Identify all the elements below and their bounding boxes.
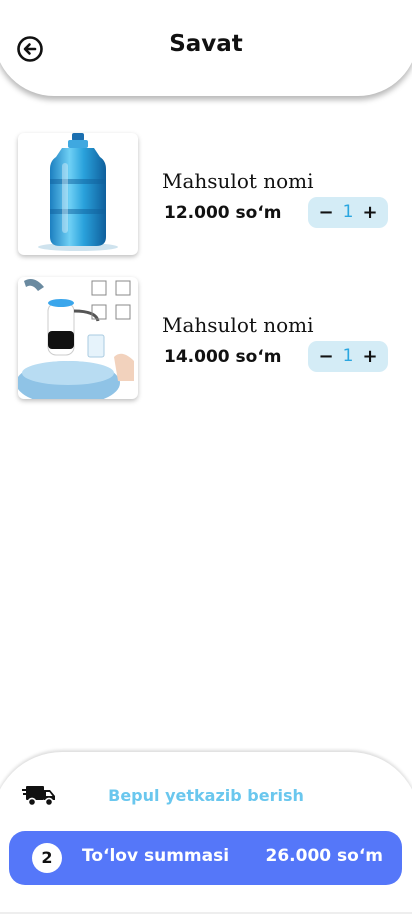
item-count-badge: 2 — [32, 843, 62, 873]
decrease-button[interactable]: − — [318, 197, 334, 228]
cart-item: Mahsulot nomi 14.000 so‘m − 1 + — [18, 277, 394, 401]
header: Savat — [0, 0, 412, 96]
water-bottle-image — [18, 133, 138, 255]
free-delivery-label: Bepul yetkazib berish — [108, 786, 304, 805]
product-name: Mahsulot nomi — [162, 313, 314, 337]
water-pump-image — [18, 277, 138, 399]
checkout-button[interactable]: 2 To‘lov summasi 26.000 so‘m — [9, 831, 402, 885]
product-price: 12.000 so‘m — [164, 203, 282, 223]
cart-screen: Savat Mahsulot nomi 12.000 so‘m − 1 + Ma… — [0, 0, 412, 917]
quantity-value: 1 — [342, 202, 354, 222]
increase-button[interactable]: + — [362, 197, 378, 228]
increase-button[interactable]: + — [362, 341, 378, 372]
product-name: Mahsulot nomi — [162, 169, 314, 193]
payment-total: 26.000 so‘m — [265, 846, 384, 866]
quantity-stepper: − 1 + — [308, 341, 388, 372]
payment-label: To‘lov summasi — [82, 846, 230, 866]
quantity-stepper: − 1 + — [308, 197, 388, 228]
cart-item: Mahsulot nomi 12.000 so‘m − 1 + — [18, 133, 394, 257]
page-title: Savat — [169, 31, 243, 57]
quantity-value: 1 — [342, 346, 354, 366]
product-price: 14.000 so‘m — [164, 347, 282, 367]
divider — [0, 912, 412, 914]
decrease-button[interactable]: − — [318, 341, 334, 372]
